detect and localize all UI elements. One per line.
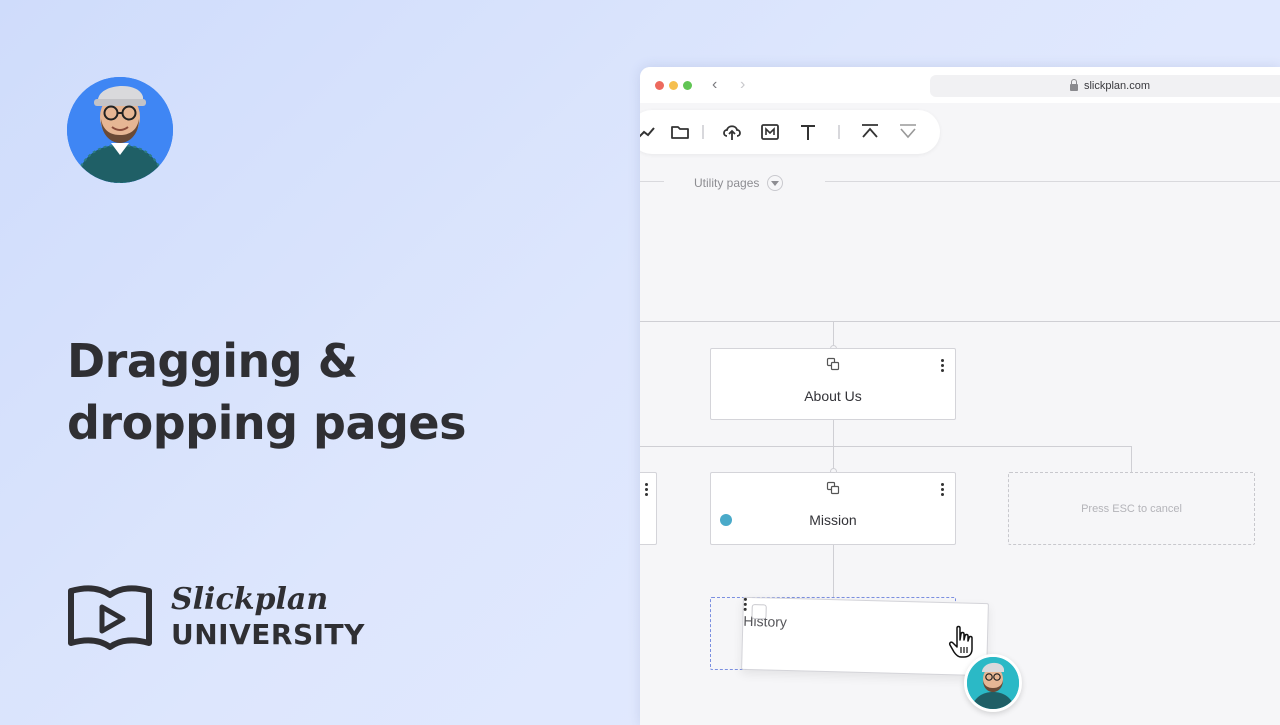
browser-titlebar: ‹ › slickplan.com bbox=[640, 67, 1280, 103]
chart-icon[interactable] bbox=[640, 122, 656, 142]
logo-script-text: Slickplan bbox=[171, 582, 329, 617]
page-card-label: About Us bbox=[804, 388, 862, 404]
forward-icon[interactable]: › bbox=[740, 76, 745, 94]
book-play-icon bbox=[68, 585, 152, 650]
maximize-window-button[interactable] bbox=[683, 81, 692, 90]
logo-university-text: UNIVERSITY bbox=[171, 618, 365, 651]
text-icon[interactable] bbox=[798, 122, 818, 142]
promo-panel: Dragging & dropping pages Slickplan UNIV… bbox=[0, 0, 640, 725]
more-options-icon[interactable] bbox=[645, 483, 648, 496]
cancel-hint: Press ESC to cancel bbox=[1081, 502, 1182, 515]
more-options-icon[interactable] bbox=[941, 483, 944, 496]
back-icon[interactable]: ‹ bbox=[712, 76, 717, 94]
more-options-icon[interactable] bbox=[941, 359, 944, 372]
page-type-icon bbox=[826, 481, 840, 495]
page-card-about-us[interactable]: About Us bbox=[710, 348, 956, 420]
collapse-up-icon[interactable] bbox=[860, 122, 880, 142]
select-checkbox[interactable] bbox=[751, 604, 767, 620]
presenter-avatar bbox=[67, 77, 173, 183]
title-line-2: dropping pages bbox=[67, 396, 467, 450]
page-title: Dragging & dropping pages bbox=[67, 330, 467, 454]
page-card-label: Mission bbox=[809, 512, 857, 528]
lock-icon bbox=[1069, 78, 1078, 91]
folder-icon[interactable] bbox=[670, 122, 690, 142]
drop-placeholder: Press ESC to cancel bbox=[1008, 472, 1255, 545]
grab-cursor-icon bbox=[949, 625, 973, 658]
sitemap-toolbar bbox=[640, 110, 940, 154]
page-card-partial[interactable] bbox=[640, 472, 657, 545]
utility-pages-section[interactable]: Utility pages bbox=[694, 175, 784, 191]
section-label: Utility pages bbox=[694, 176, 760, 190]
markdown-icon[interactable] bbox=[760, 122, 780, 142]
address-bar[interactable]: slickplan.com bbox=[930, 75, 1280, 97]
chevron-down-icon[interactable] bbox=[767, 175, 784, 191]
close-window-button[interactable] bbox=[655, 81, 664, 90]
expand-down-icon[interactable] bbox=[898, 122, 918, 142]
page-card-mission[interactable]: Mission bbox=[710, 472, 956, 545]
browser-window: ‹ › slickplan.com Utility pages About Us… bbox=[640, 67, 1280, 725]
title-line-1: Dragging & bbox=[67, 334, 358, 388]
page-type-icon bbox=[826, 357, 840, 371]
slickplan-university-logo: Slickplan UNIVERSITY bbox=[67, 582, 365, 652]
cloud-upload-icon[interactable] bbox=[722, 122, 742, 142]
collaborator-avatar bbox=[964, 654, 1022, 712]
url-text: slickplan.com bbox=[1083, 80, 1151, 92]
minimize-window-button[interactable] bbox=[669, 81, 678, 90]
